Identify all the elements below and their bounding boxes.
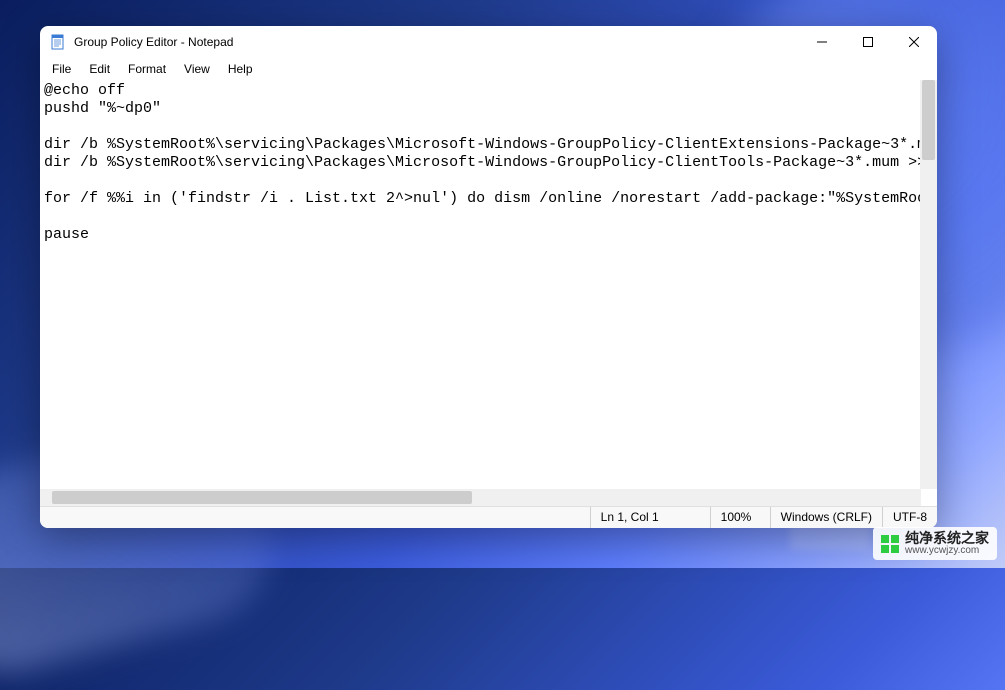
horizontal-scrollbar-thumb[interactable] <box>52 491 472 504</box>
menu-view[interactable]: View <box>176 60 218 78</box>
watermark: 纯净系统之家 www.ycwjzy.com <box>873 527 997 560</box>
status-zoom: 100% <box>710 507 770 528</box>
editor-area: @echo off pushd "%~dp0" dir /b %SystemRo… <box>40 80 937 506</box>
status-encoding: UTF-8 <box>882 507 937 528</box>
maximize-button[interactable] <box>845 26 891 58</box>
watermark-url: www.ycwjzy.com <box>905 545 989 556</box>
menubar: File Edit Format View Help <box>40 58 937 80</box>
titlebar[interactable]: Group Policy Editor - Notepad <box>40 26 937 58</box>
vertical-scrollbar[interactable] <box>920 80 937 489</box>
notepad-icon <box>50 34 66 50</box>
menu-format[interactable]: Format <box>120 60 174 78</box>
minimize-button[interactable] <box>799 26 845 58</box>
window-controls <box>799 26 937 58</box>
vertical-scrollbar-thumb[interactable] <box>922 80 935 160</box>
status-line-ending: Windows (CRLF) <box>770 507 882 528</box>
window-title: Group Policy Editor - Notepad <box>74 35 233 49</box>
statusbar: Ln 1, Col 1 100% Windows (CRLF) UTF-8 <box>40 506 937 528</box>
text-editor[interactable]: @echo off pushd "%~dp0" dir /b %SystemRo… <box>40 80 937 506</box>
watermark-logo-icon <box>881 535 899 553</box>
menu-edit[interactable]: Edit <box>81 60 118 78</box>
close-button[interactable] <box>891 26 937 58</box>
menu-file[interactable]: File <box>44 60 79 78</box>
menu-help[interactable]: Help <box>220 60 261 78</box>
notepad-window: Group Policy Editor - Notepad File Edit … <box>40 26 937 528</box>
status-position: Ln 1, Col 1 <box>590 507 710 528</box>
watermark-text: 纯净系统之家 <box>905 531 989 545</box>
horizontal-scrollbar[interactable] <box>40 489 921 506</box>
